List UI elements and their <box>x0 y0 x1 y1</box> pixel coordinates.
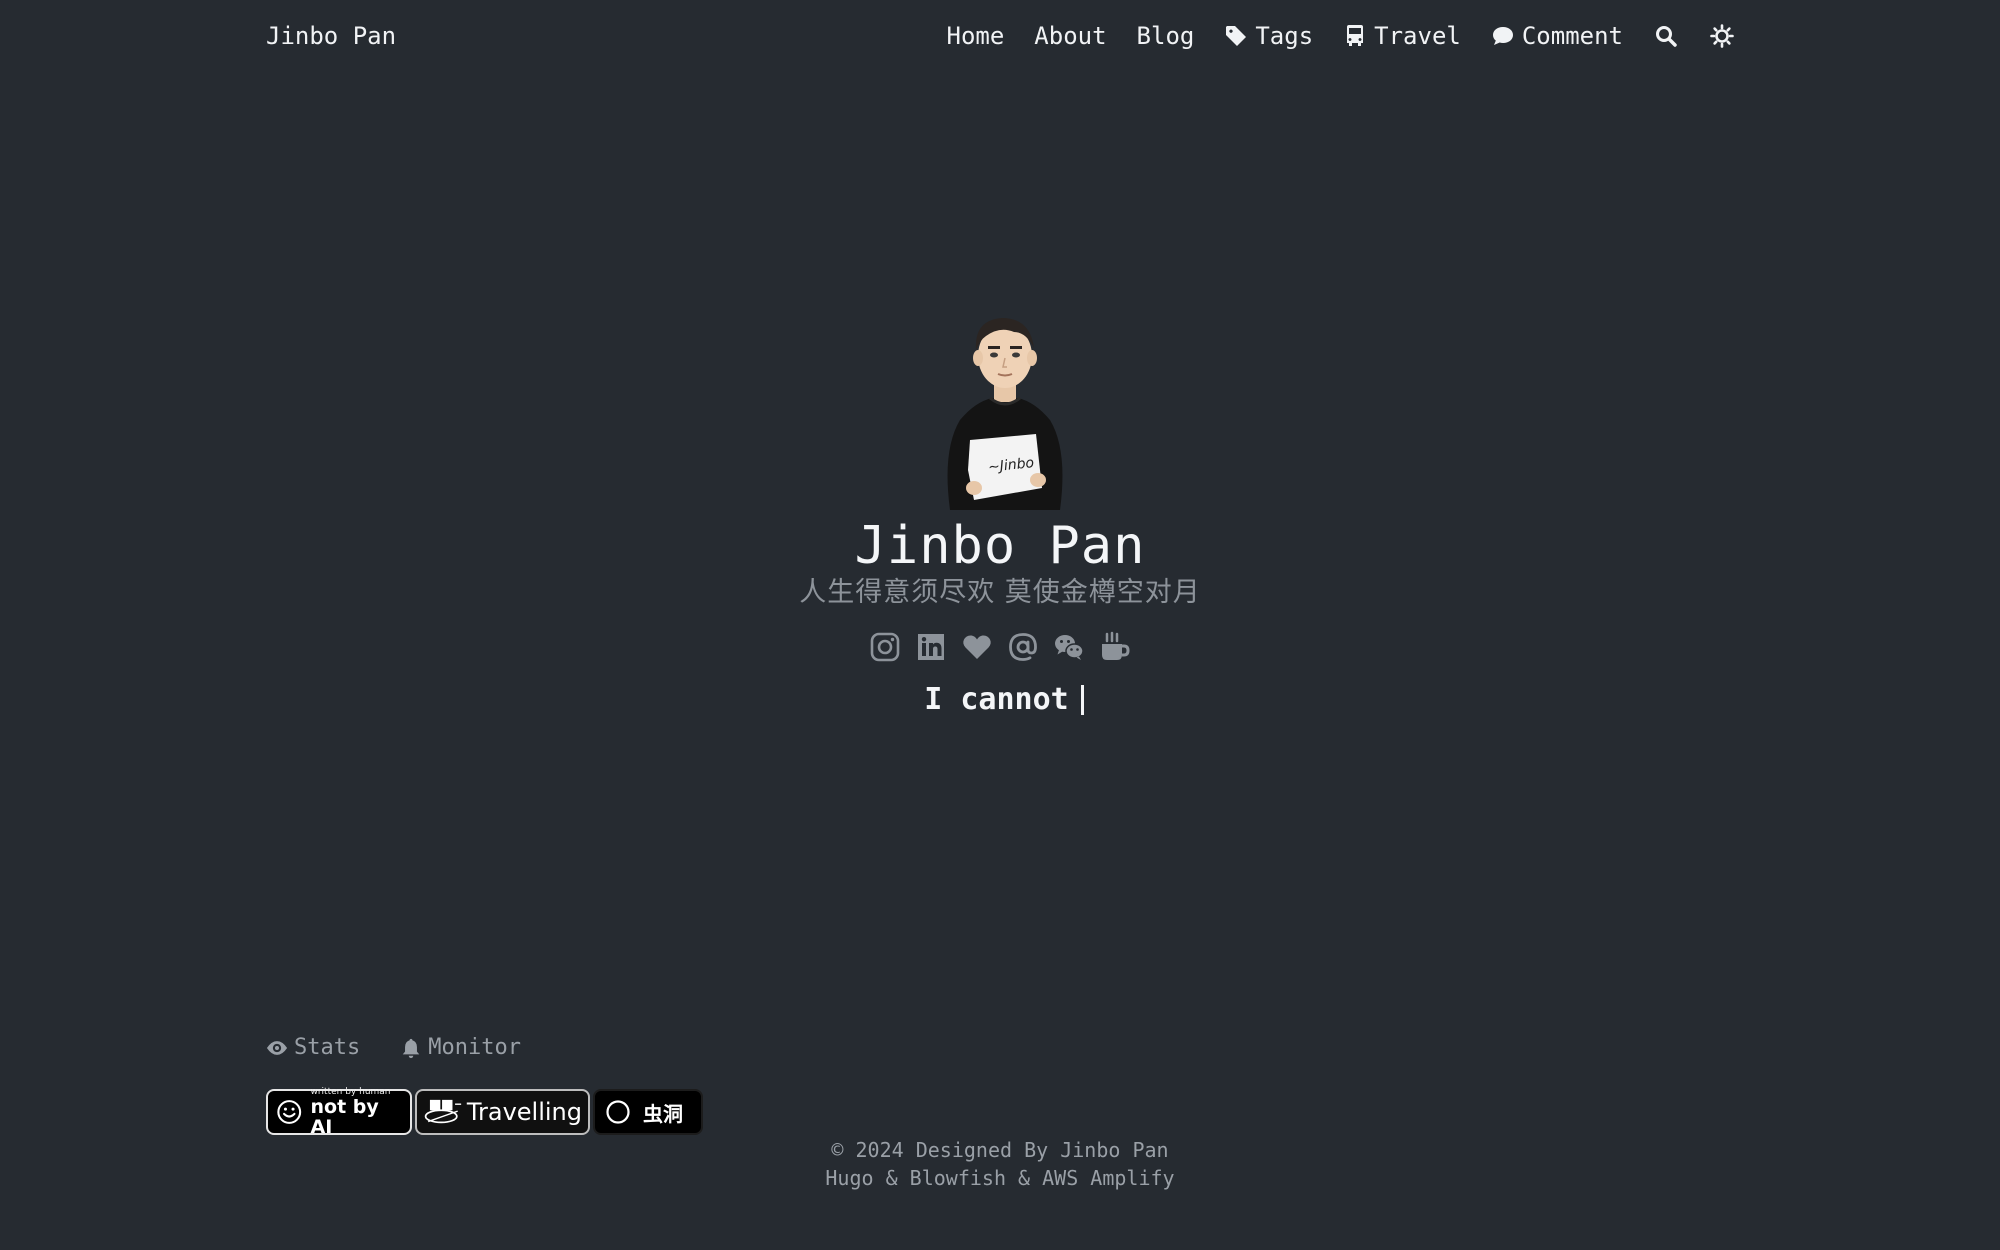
coffee-link[interactable] <box>1098 630 1132 664</box>
heart-link[interactable] <box>960 630 994 664</box>
nav-tags-label: Tags <box>1255 22 1314 50</box>
nav-travel[interactable]: Travel <box>1343 22 1461 50</box>
travelling-logo-icon <box>424 1099 462 1124</box>
linkedin-icon <box>918 634 944 660</box>
not-by-ai-text: written by human not by AI <box>311 1087 403 1137</box>
email-link[interactable] <box>1006 630 1040 664</box>
footer-links: Stats Monitor <box>266 1034 521 1062</box>
sun-icon <box>1710 24 1734 48</box>
nav-travel-label: Travel <box>1374 22 1461 50</box>
smiley-icon <box>277 1100 302 1124</box>
circle-icon <box>606 1100 630 1124</box>
instagram-icon <box>870 632 900 662</box>
monitor-label: Monitor <box>428 1035 521 1060</box>
tag-icon <box>1226 26 1247 46</box>
heart-icon <box>963 635 991 659</box>
top-navigation: Jinbo Pan Home About Blog Tags Travel Co… <box>0 0 2000 74</box>
wechat-link[interactable] <box>1052 630 1086 664</box>
wormhole-label: 虫洞 <box>643 1101 683 1126</box>
nav-comment-label: Comment <box>1521 22 1623 50</box>
search-button[interactable] <box>1653 23 1679 49</box>
search-icon <box>1656 26 1677 47</box>
copyright: © 2024 Designed By Jinbo Pan Hugo & Blow… <box>0 1136 2000 1192</box>
wechat-icon <box>1055 635 1084 660</box>
comment-icon <box>1492 27 1513 45</box>
hero-title: Jinbo Pan <box>854 516 1146 576</box>
footer-badges: written by human not by AI Travelling 虫洞 <box>266 1087 703 1137</box>
nav-blog[interactable]: Blog <box>1137 22 1195 50</box>
social-links <box>868 630 1132 664</box>
not-by-ai-big: not by AI <box>310 1096 379 1138</box>
eye-icon <box>266 1041 288 1055</box>
wormhole-badge[interactable]: 虫洞 <box>593 1089 703 1135</box>
typed-text-value: I cannot <box>924 682 1069 717</box>
nav-tags[interactable]: Tags <box>1224 22 1313 50</box>
main-nav: Home About Blog Tags Travel Comment <box>947 20 1736 52</box>
bus-icon <box>1347 25 1364 46</box>
typing-cursor <box>1080 685 1084 715</box>
nav-home-label: Home <box>946 22 1005 50</box>
site-brand-link[interactable]: Jinbo Pan <box>266 22 396 50</box>
nav-about-label: About <box>1034 22 1107 50</box>
nav-home[interactable]: Home <box>947 22 1005 50</box>
hero-subtitle: 人生得意须尽欢 莫使金樽空对月 <box>799 577 1201 608</box>
theme-toggle-button[interactable] <box>1709 23 1735 49</box>
linkedin-link[interactable] <box>914 630 948 664</box>
typed-text: I cannot <box>916 682 1084 718</box>
coffee-icon <box>1102 631 1130 660</box>
hero-section: ~Jinbo Jinbo Pan 人生得意须尽欢 莫使金樽空对月 I canno… <box>0 310 2000 718</box>
nav-about[interactable]: About <box>1034 22 1106 50</box>
copyright-line-1: © 2024 Designed By Jinbo Pan <box>831 1138 1169 1162</box>
stats-link[interactable]: Stats <box>266 1034 360 1062</box>
nav-comment[interactable]: Comment <box>1491 22 1623 50</box>
instagram-link[interactable] <box>868 630 902 664</box>
copyright-line-2: Hugo & Blowfish & AWS Amplify <box>825 1166 1175 1190</box>
travelling-label: Travelling <box>466 1098 582 1126</box>
email-at-icon <box>1009 633 1037 661</box>
stats-label: Stats <box>294 1035 361 1060</box>
avatar: ~Jinbo <box>947 318 1062 510</box>
travelling-badge[interactable]: Travelling <box>415 1089 590 1135</box>
monitor-link[interactable]: Monitor <box>400 1034 521 1062</box>
not-by-ai-badge[interactable]: written by human not by AI <box>266 1087 412 1137</box>
nav-blog-label: Blog <box>1136 22 1195 50</box>
bell-icon <box>402 1038 420 1059</box>
